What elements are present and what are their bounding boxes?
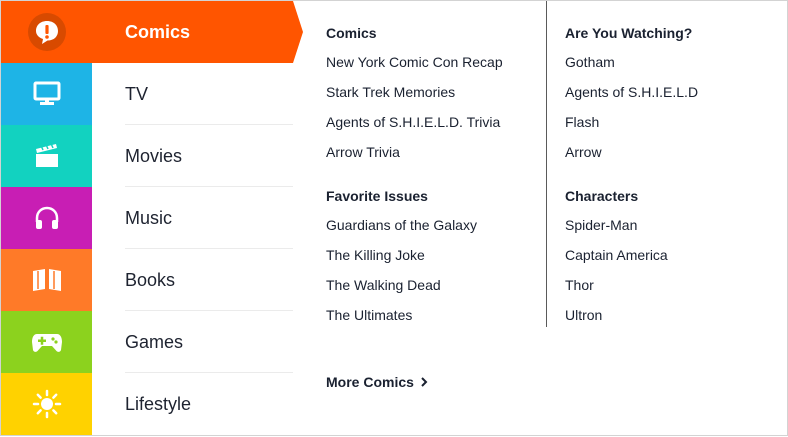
nav-item-label: Lifestyle <box>125 394 192 414</box>
group-heading: Favorite Issues <box>326 188 428 204</box>
menu-link[interactable]: The Killing Joke <box>326 234 546 264</box>
chevron-right-icon <box>421 377 428 387</box>
nav-item-label: Comics <box>125 22 191 42</box>
link-group-characters: Characters Spider-Man Captain America Th… <box>565 188 785 324</box>
nav-item-label: Games <box>125 332 184 352</box>
category-nav: Comics TV Movies Music Books Games Lifes… <box>1 1 303 437</box>
movies-icon-box <box>1 125 92 187</box>
sun-icon <box>32 389 61 419</box>
submenu-panel: Comics New York Comic Con Recap Stark Tr… <box>293 1 788 437</box>
comics-icon <box>27 13 66 51</box>
link-group-are-you-watching: Are You Watching? Gotham Agents of S.H.I… <box>565 25 785 161</box>
nav-item-label: Music <box>125 208 173 228</box>
link-group-favorite-issues: Favorite Issues Guardians of the Galaxy … <box>326 188 546 324</box>
link-list: Guardians of the Galaxy The Killing Joke… <box>326 204 546 324</box>
link-list: New York Comic Con Recap Stark Trek Memo… <box>326 41 546 161</box>
nav-item-books[interactable]: Books <box>1 249 293 311</box>
menu-link[interactable]: The Ultimates <box>326 294 546 324</box>
music-icon-box <box>1 187 92 249</box>
menu-link[interactable]: Ultron <box>565 294 785 324</box>
menu-link[interactable]: Arrow <box>565 131 785 161</box>
menu-link[interactable]: Gotham <box>565 41 785 71</box>
column-divider <box>546 1 547 327</box>
link-list: Gotham Agents of S.H.I.E.L.D Flash Arrow <box>565 41 785 161</box>
nav-item-games[interactable]: Games <box>1 311 293 373</box>
menu-link[interactable]: Agents of S.H.I.E.L.D. Trivia <box>326 101 546 131</box>
nav-item-tv[interactable]: TV <box>1 63 293 125</box>
menu-link[interactable]: Captain America <box>565 234 785 264</box>
menu-link[interactable]: Arrow Trivia <box>326 131 546 161</box>
books-icon-box <box>1 249 92 311</box>
more-comics-label: More Comics <box>326 374 414 390</box>
more-comics-link[interactable]: More Comics <box>326 373 428 391</box>
mega-menu: Comics TV Movies Music Books Games Lifes… <box>0 0 788 436</box>
tv-icon <box>33 81 60 105</box>
menu-link[interactable]: Thor <box>565 264 785 294</box>
menu-link[interactable]: Agents of S.H.I.E.L.D <box>565 71 785 101</box>
tv-icon-box <box>1 63 92 125</box>
menu-link[interactable]: Stark Trek Memories <box>326 71 546 101</box>
comics-icon-box <box>1 1 92 63</box>
headphones-icon <box>35 206 58 229</box>
movies-icon <box>35 143 58 167</box>
menu-link[interactable]: Flash <box>565 101 785 131</box>
link-group-comics: Comics New York Comic Con Recap Stark Tr… <box>326 25 546 161</box>
nav-item-music[interactable]: Music <box>1 187 293 249</box>
nav-item-label: Movies <box>125 146 183 166</box>
link-list: Spider-Man Captain America Thor Ultron <box>565 204 785 324</box>
menu-link[interactable]: Guardians of the Galaxy <box>326 204 546 234</box>
menu-link[interactable]: Spider-Man <box>565 204 785 234</box>
nav-item-label: Books <box>125 270 176 290</box>
menu-link[interactable]: New York Comic Con Recap <box>326 41 546 71</box>
nav-item-lifestyle[interactable]: Lifestyle <box>1 373 293 435</box>
nav-item-movies[interactable]: Movies <box>1 125 293 187</box>
books-icon <box>32 269 61 291</box>
lifestyle-icon-box <box>1 373 92 435</box>
games-icon-box <box>1 311 92 373</box>
group-heading: Characters <box>565 188 639 204</box>
gamepad-icon <box>31 334 62 352</box>
group-heading: Are You Watching? <box>565 25 693 41</box>
nav-item-comics[interactable]: Comics <box>1 1 303 63</box>
nav-item-label: TV <box>125 84 149 104</box>
group-heading: Comics <box>326 25 377 41</box>
menu-link[interactable]: The Walking Dead <box>326 264 546 294</box>
